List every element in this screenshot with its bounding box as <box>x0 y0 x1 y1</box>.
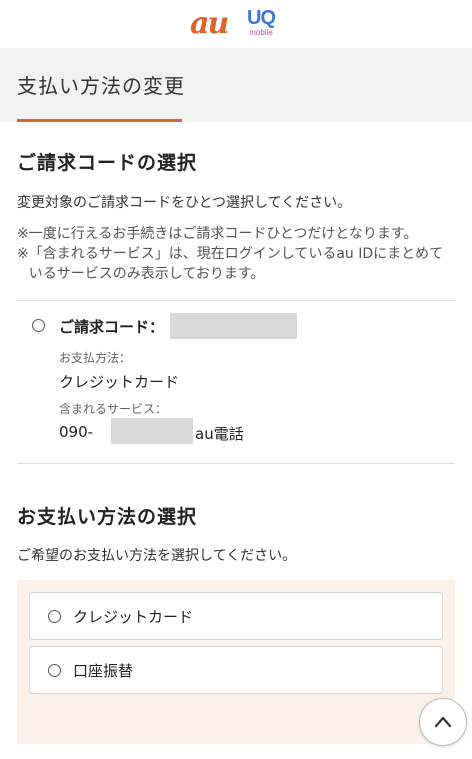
bank-transfer-radio[interactable] <box>48 663 61 677</box>
payment-option-label: クレジットカード <box>73 607 194 626</box>
au-logo[interactable]: au <box>190 6 229 41</box>
page-title-band: 支払い方法の変更 <box>0 48 472 122</box>
payment-option-credit-card[interactable]: クレジットカード <box>29 592 443 640</box>
note-mark: ※ <box>17 246 29 262</box>
scroll-to-top-button[interactable] <box>419 698 467 746</box>
payment-option-label: 口座振替 <box>73 661 134 680</box>
note-item: ※ 「含まれるサービス」は、現在ログインしているau IDにまとめているサービス… <box>17 244 455 284</box>
billing-code-heading: ご請求コードの選択 <box>17 152 198 174</box>
payment-option-bank-transfer[interactable]: 口座振替 <box>29 646 443 694</box>
uq-logo-text: UQ <box>247 7 276 29</box>
services-label: 含まれるサービス： <box>59 402 168 416</box>
billing-code-description: 変更対象のご請求コードをひとつ選択してください。 <box>17 195 352 211</box>
uq-logo-subtext: mobile <box>249 28 273 37</box>
payment-options-box: クレジットカード 口座振替 <box>17 580 455 744</box>
note-text: 「含まれるサービス」は、現在ログインしているau IDにまとめているサービスのみ… <box>28 246 444 282</box>
phone-number-redacted <box>111 418 193 444</box>
payment-method-label: お支払方法： <box>59 351 132 365</box>
note-mark: ※ <box>17 226 29 242</box>
note-text: 一度に行えるお手続きはご請求コードひとつだけとなります。 <box>28 226 418 242</box>
uq-mobile-logo[interactable]: UQ mobile <box>247 7 276 38</box>
title-underline <box>17 119 182 122</box>
billing-code-redacted <box>170 313 297 339</box>
credit-card-radio[interactable] <box>48 609 61 623</box>
page-title: 支払い方法の変更 <box>17 74 185 98</box>
payment-method-heading: お支払い方法の選択 <box>17 506 198 528</box>
chevron-up-icon <box>434 716 452 728</box>
phone-prefix: 090- <box>59 423 94 441</box>
billing-code-option[interactable]: ご請求コード： お支払方法： クレジットカード 含まれるサービス： 090- a… <box>17 300 455 464</box>
payment-method-description: ご希望のお支払い方法を選択してください。 <box>17 548 297 564</box>
site-header: au UQ mobile <box>0 0 472 48</box>
note-item: ※ 一度に行えるお手続きはご請求コードひとつだけとなります。 <box>17 224 455 244</box>
billing-code-section: ご請求コードの選択 変更対象のご請求コードをひとつ選択してください。 ※ 一度に… <box>0 148 472 744</box>
payment-method-value: クレジットカード <box>59 373 180 391</box>
billing-notes: ※ 一度に行えるお手続きはご請求コードひとつだけとなります。 ※ 「含まれるサー… <box>17 224 455 284</box>
billing-code-radio[interactable] <box>32 319 45 332</box>
billing-code-label: ご請求コード： <box>59 318 165 336</box>
service-type: au電話 <box>195 425 244 443</box>
